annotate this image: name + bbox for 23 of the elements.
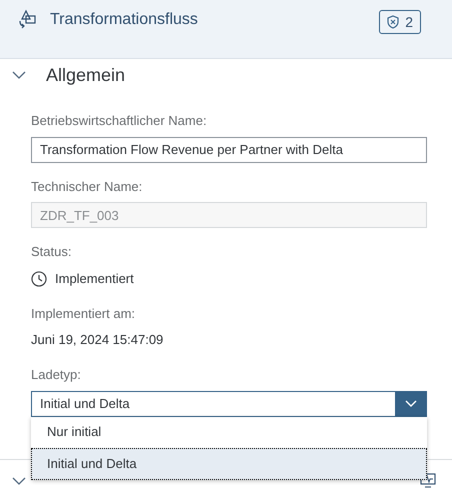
monitor-icon[interactable] bbox=[420, 473, 436, 488]
transformation-icon bbox=[17, 9, 37, 29]
section-title: Allgemein bbox=[46, 64, 126, 87]
select-field[interactable]: Initial und Delta bbox=[31, 390, 427, 416]
field-value: Juni 19, 2024 15:47:09 bbox=[31, 331, 164, 349]
dropdown-option[interactable]: Initial und Delta bbox=[31, 448, 427, 480]
chevron-icon[interactable] bbox=[12, 476, 26, 484]
chevron-icon[interactable] bbox=[12, 71, 26, 79]
field-label: Implementiert am: bbox=[31, 304, 136, 323]
field-label: Technischer Name: bbox=[31, 178, 144, 196]
field-label: Betriebswirtschaftlicher Name: bbox=[31, 112, 208, 130]
warning-count-button[interactable]: 2 bbox=[379, 10, 421, 34]
input-field[interactable]: Transformation Flow Revenue per Partner with Delta bbox=[31, 136, 427, 162]
dropdown-option[interactable]: Nur initial bbox=[31, 416, 427, 448]
shield-icon bbox=[387, 15, 400, 29]
clock-icon bbox=[31, 270, 47, 286]
field-label: Status: bbox=[31, 243, 72, 261]
chevron-down-icon bbox=[404, 400, 416, 407]
field-label: Ladetyp: bbox=[31, 366, 82, 384]
status-text: Implementiert bbox=[55, 270, 134, 288]
select-value: Initial und Delta bbox=[39, 394, 131, 413]
dropdown-button[interactable] bbox=[395, 392, 426, 416]
header-title: Transformationsfluss bbox=[50, 10, 198, 30]
